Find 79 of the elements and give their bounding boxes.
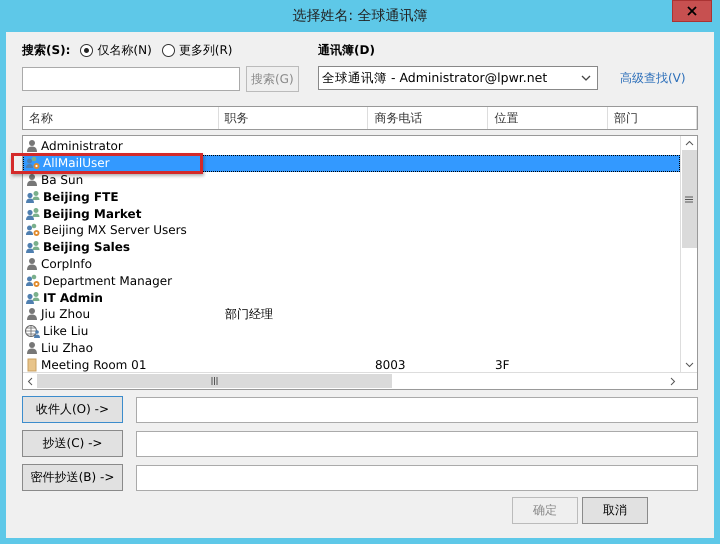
table-cell: 部门经理 <box>225 306 273 321</box>
contact-name: Beijing Sales <box>43 240 130 254</box>
person-icon <box>25 172 39 187</box>
contact-name: Like Liu <box>43 324 88 338</box>
person-icon <box>25 139 39 154</box>
contact-name: IT Admin <box>43 290 103 305</box>
people-icon <box>25 290 41 305</box>
contact-name: Beijing FTE <box>43 190 119 204</box>
list-row[interactable]: Beijing MX Server Users <box>23 222 680 239</box>
list-row[interactable]: Meeting Room 01 8003 3F <box>23 356 680 374</box>
chevron-right-icon <box>670 376 676 386</box>
people-gear-icon <box>25 223 41 238</box>
recipient-button[interactable]: 密件抄送(B) -> <box>22 464 123 491</box>
chevron-down-icon <box>684 362 694 368</box>
list-row[interactable]: Like Liu <box>23 322 680 340</box>
list-row[interactable]: Ba Sun <box>23 172 680 188</box>
search-option[interactable]: 仅名称(N) <box>80 42 152 58</box>
horizontal-scrollbar[interactable] <box>23 372 697 389</box>
room-icon <box>25 358 39 372</box>
chevron-left-icon <box>27 376 33 386</box>
list-row[interactable]: CorpInfo <box>23 256 680 272</box>
list-row[interactable]: IT Admin <box>23 289 680 306</box>
list-row[interactable]: Jiu Zhou 部门经理 <box>23 306 680 323</box>
column-header[interactable]: 名称 <box>23 107 219 129</box>
column-header[interactable]: 部门 <box>608 107 698 129</box>
contact-name: Department Manager <box>43 274 172 288</box>
person-icon <box>25 307 39 322</box>
vertical-scrollbar[interactable] <box>680 136 697 372</box>
person-icon <box>25 340 39 355</box>
contact-name: CorpInfo <box>41 256 92 271</box>
column-header[interactable]: 位置 <box>488 107 608 129</box>
people-icon <box>25 240 41 254</box>
contact-name: AllMailUser <box>43 156 110 170</box>
recipient-field[interactable] <box>136 430 698 456</box>
grip-icon <box>685 196 693 202</box>
people-icon <box>25 206 41 221</box>
list-row[interactable]: Beijing Sales <box>23 238 680 256</box>
scrollbar-thumb[interactable] <box>682 150 696 248</box>
chevron-down-icon <box>581 75 591 81</box>
grip-icon <box>211 377 218 385</box>
table-cell: 8003 <box>375 358 406 372</box>
contact-name: Ba Sun <box>41 172 84 187</box>
list-row[interactable]: Beijing Market <box>23 205 680 222</box>
recipient-field[interactable] <box>136 464 698 490</box>
dialog-button[interactable]: 取消 <box>582 497 648 524</box>
recipient-field[interactable] <box>136 396 698 422</box>
table-cell: 3F <box>495 358 510 372</box>
recipient-button[interactable]: 收件人(O) -> <box>22 396 123 423</box>
contact-name: Jiu Zhou <box>41 307 90 322</box>
close-button[interactable] <box>672 0 712 22</box>
contact-name: Meeting Room 01 <box>41 358 146 372</box>
radio-button[interactable] <box>80 44 94 56</box>
person-icon <box>25 256 39 271</box>
column-header[interactable]: 职务 <box>218 107 368 129</box>
people-gear-icon <box>25 156 41 170</box>
people-gear-icon <box>25 274 41 288</box>
address-book-label: 通讯簿(D) <box>318 42 375 58</box>
globe-person-icon <box>25 324 41 338</box>
column-header[interactable]: 商务电话 <box>368 107 488 129</box>
search-option[interactable]: 更多列(R) <box>162 42 232 58</box>
advanced-find-link[interactable]: 高级查找(V) <box>620 70 686 86</box>
list-row[interactable]: Department Manager <box>23 272 680 290</box>
list-row[interactable]: Liu Zhao <box>23 340 680 356</box>
radio-button[interactable] <box>162 44 175 56</box>
search-label: 搜索(S): <box>22 42 70 58</box>
search-field[interactable] <box>22 67 240 91</box>
chevron-up-icon <box>684 140 694 146</box>
recipient-button[interactable]: 抄送(C) -> <box>22 430 123 457</box>
list-row[interactable]: Administrator <box>23 138 680 155</box>
list-row[interactable]: Beijing FTE <box>23 188 680 206</box>
contact-name: Liu Zhao <box>41 340 93 355</box>
address-book-dropdown[interactable]: 全球通讯簿 - Administrator@lpwr.net <box>318 66 598 90</box>
contact-name: Beijing MX Server Users <box>43 223 187 238</box>
close-icon <box>687 6 697 16</box>
scrollbar-thumb[interactable] <box>37 374 392 388</box>
contact-name: Beijing Market <box>43 206 142 221</box>
window-title: 选择姓名: 全球通讯簿 <box>292 7 428 25</box>
people-icon <box>25 190 41 204</box>
contact-name: Administrator <box>41 139 123 154</box>
